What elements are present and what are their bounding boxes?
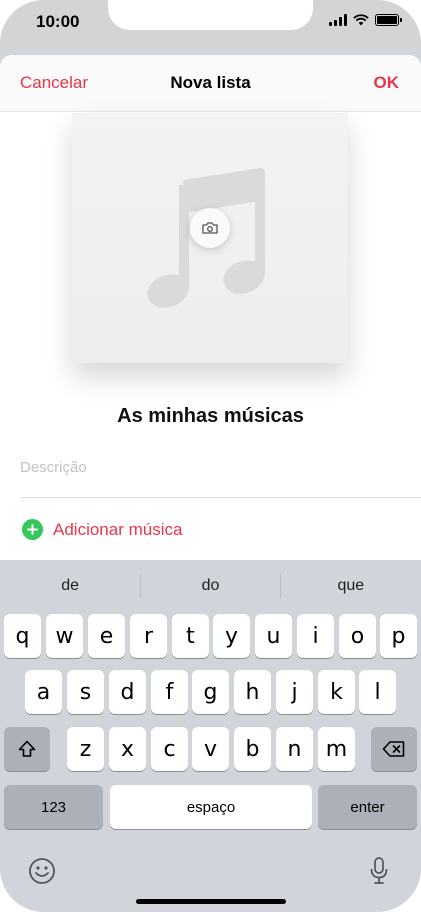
- suggestion-divider: [280, 574, 281, 598]
- key-t[interactable]: t: [172, 614, 209, 658]
- key-r[interactable]: r: [130, 614, 167, 658]
- phone-screen: 10:00 Cancelar Nova lista OK As minhas m…: [0, 0, 421, 912]
- key-x[interactable]: x: [109, 727, 146, 771]
- playlist-artwork[interactable]: [72, 113, 348, 363]
- key-w[interactable]: w: [46, 614, 83, 658]
- enter-key[interactable]: enter: [318, 785, 417, 829]
- plus-circle-icon: [22, 519, 43, 540]
- notch: [108, 0, 313, 30]
- status-icons: [329, 14, 402, 26]
- status-time: 10:00: [36, 12, 80, 31]
- add-music-label: Adicionar música: [53, 519, 183, 539]
- key-h[interactable]: h: [234, 670, 271, 714]
- camera-icon: [202, 222, 218, 234]
- key-b[interactable]: b: [234, 727, 271, 771]
- key-c[interactable]: c: [151, 727, 188, 771]
- home-indicator: [136, 899, 286, 904]
- new-playlist-sheet: Cancelar Nova lista OK As minhas músicas…: [0, 55, 421, 560]
- key-q[interactable]: q: [4, 614, 41, 658]
- description-field[interactable]: Descrição: [20, 459, 87, 476]
- key-e[interactable]: e: [88, 614, 125, 658]
- wifi-icon: [353, 14, 369, 26]
- key-v[interactable]: v: [192, 727, 229, 771]
- add-music-button[interactable]: Adicionar música: [22, 519, 182, 540]
- key-k[interactable]: k: [318, 670, 355, 714]
- shift-key[interactable]: [4, 727, 50, 771]
- key-m[interactable]: m: [318, 727, 355, 771]
- key-p[interactable]: p: [380, 614, 417, 658]
- key-z[interactable]: z: [67, 727, 104, 771]
- suggestion-item[interactable]: de: [0, 560, 140, 612]
- camera-button[interactable]: [190, 208, 230, 248]
- status-bar: 10:00: [0, 0, 421, 48]
- battery-icon: [375, 14, 402, 26]
- suggestion-bar: de do que: [0, 560, 421, 612]
- suggestion-item[interactable]: do: [140, 560, 280, 612]
- numbers-key[interactable]: 123: [4, 785, 103, 829]
- key-a[interactable]: a: [25, 670, 62, 714]
- shift-icon: [18, 740, 36, 757]
- key-o[interactable]: o: [339, 614, 376, 658]
- key-s[interactable]: s: [67, 670, 104, 714]
- key-d[interactable]: d: [109, 670, 146, 714]
- delete-key[interactable]: [371, 727, 417, 771]
- key-n[interactable]: n: [276, 727, 313, 771]
- key-y[interactable]: y: [213, 614, 250, 658]
- key-l[interactable]: l: [359, 670, 396, 714]
- page-title: Nova lista: [170, 73, 251, 92]
- key-g[interactable]: g: [192, 670, 229, 714]
- microphone-icon[interactable]: [369, 856, 389, 886]
- key-u[interactable]: u: [255, 614, 292, 658]
- suggestion-divider: [140, 574, 141, 598]
- suggestion-item[interactable]: que: [281, 560, 421, 612]
- nav-bar: Cancelar Nova lista OK: [0, 55, 421, 112]
- key-i[interactable]: i: [297, 614, 334, 658]
- ok-button[interactable]: OK: [374, 73, 400, 93]
- backspace-icon: [382, 741, 405, 757]
- keyboard: de do que q w e r t y u i o p a s d f g …: [0, 560, 421, 912]
- divider: [20, 497, 421, 498]
- space-key[interactable]: espaço: [110, 785, 312, 829]
- signal-icon: [329, 14, 347, 26]
- key-j[interactable]: j: [276, 670, 313, 714]
- key-f[interactable]: f: [151, 670, 188, 714]
- playlist-name-field[interactable]: As minhas músicas: [0, 405, 421, 428]
- emoji-icon[interactable]: [28, 857, 56, 885]
